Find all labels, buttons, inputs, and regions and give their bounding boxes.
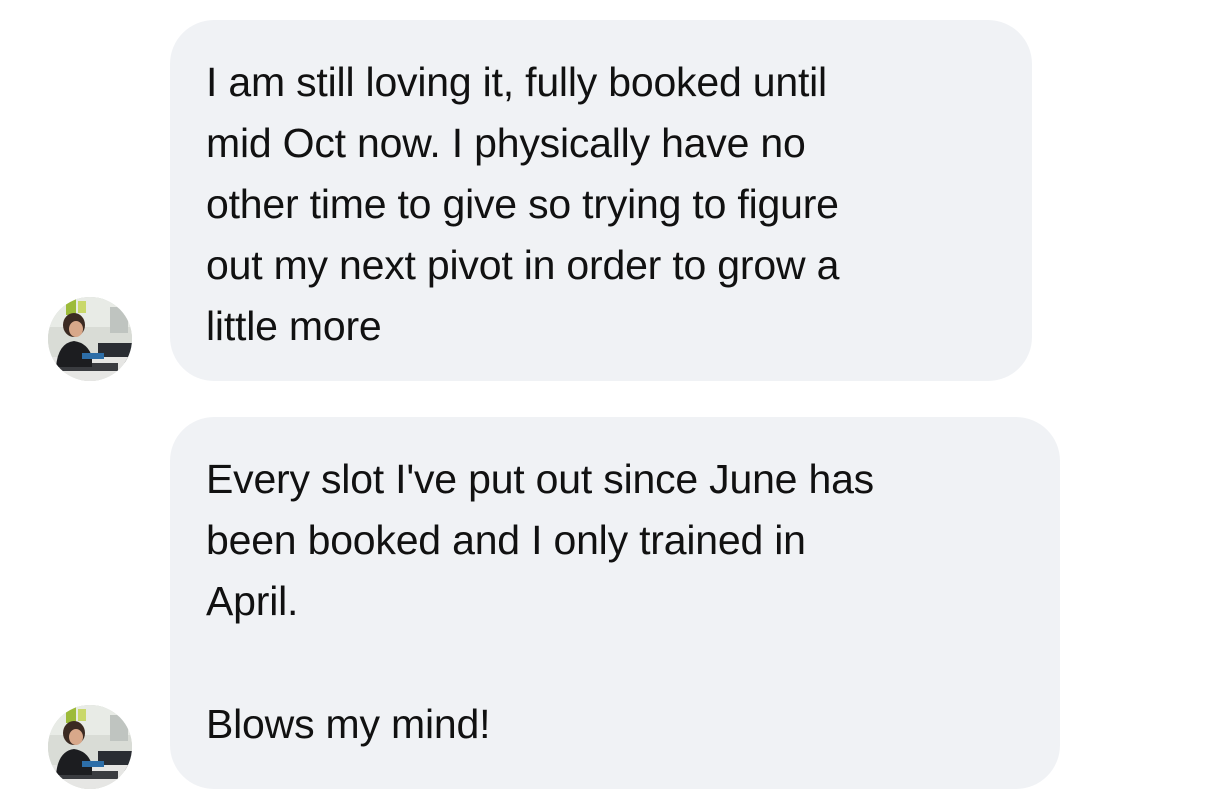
user-photo-avatar[interactable] bbox=[48, 705, 132, 789]
avatar-photo-icon bbox=[48, 297, 132, 381]
message-bubble[interactable]: Every slot I've put out since June has b… bbox=[170, 417, 1060, 789]
message-text: Blows my mind! bbox=[206, 701, 491, 747]
message-thread[interactable]: I am still loving it, fully booked until… bbox=[0, 0, 1206, 798]
user-photo-avatar[interactable] bbox=[48, 297, 132, 381]
message-text: I am still loving it, fully booked until… bbox=[206, 59, 840, 349]
message-bubble[interactable]: I am still loving it, fully booked until… bbox=[170, 20, 1032, 381]
avatar-photo-icon bbox=[48, 705, 132, 789]
message-text: Every slot I've put out since June has b… bbox=[206, 456, 874, 624]
